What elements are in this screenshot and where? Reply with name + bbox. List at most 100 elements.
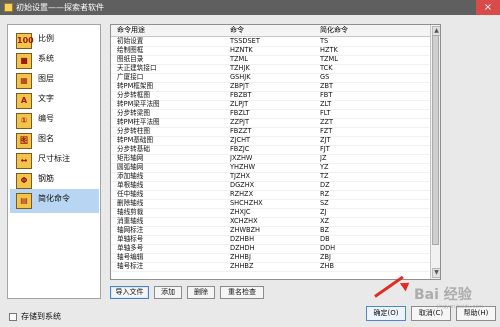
cell-command: DZHDH xyxy=(230,244,255,252)
cell-short-command: HZTK xyxy=(320,46,338,54)
cell-purpose: 轴号编辑 xyxy=(117,253,144,261)
cell-purpose: 分步转柱图 xyxy=(117,127,150,135)
cell-purpose: 轴网标注 xyxy=(117,226,144,234)
duplicate-check-button[interactable]: 重名检查 xyxy=(220,286,264,299)
cell-command: TZML xyxy=(230,55,248,63)
vertical-scrollbar[interactable]: ▲ ▼ xyxy=(430,25,440,279)
cell-purpose: 轴号标注 xyxy=(117,262,144,270)
cell-command: JXZHW xyxy=(230,154,253,162)
cell-command: FBZBT xyxy=(230,91,252,99)
cell-purpose: 分步转框图 xyxy=(117,91,150,99)
table-header: 命令用途 命令 简化命令 xyxy=(111,25,440,37)
settings-sidebar: 100 比例 ■ 系统 ▦ 图层 A 文字 ① 编号 图 图名 ↔ 尺寸标注 Φ xyxy=(7,24,101,299)
cell-short-command: DZ xyxy=(320,181,330,189)
header-command: 命令 xyxy=(230,26,244,34)
window-title: 初始设置——探索者软件 xyxy=(16,3,104,12)
cell-short-command: FLT xyxy=(320,109,331,117)
cell-short-command: TZ xyxy=(320,172,329,180)
initial-settings-window: 初始设置——探索者软件 × 100 比例 ■ 系统 ▦ 图层 A 文字 ① 编号… xyxy=(0,0,500,327)
cell-short-command: ZJT xyxy=(320,136,331,144)
baidu-watermark-url: jingyan.baidu.com xyxy=(437,304,484,310)
scroll-down-icon[interactable]: ▼ xyxy=(432,268,440,278)
cell-short-command: ZZT xyxy=(320,118,334,126)
sidebar-label-system: 系统 xyxy=(38,54,54,63)
cell-purpose: 删除轴线 xyxy=(117,199,144,207)
cell-purpose: 添加轴线 xyxy=(117,172,144,180)
cell-purpose: 图纸目录 xyxy=(117,55,144,63)
cell-short-command: ZJ xyxy=(320,208,327,216)
cell-purpose: 广厦接口 xyxy=(117,73,144,81)
save-system-label: 存储到系统 xyxy=(21,312,61,321)
dimension-icon: ↔ xyxy=(16,153,32,169)
cell-short-command: YZ xyxy=(320,163,329,171)
cell-command: RZHZX xyxy=(230,190,254,198)
sidebar-label-drawing-name: 图名 xyxy=(38,134,54,143)
cell-purpose: 分步转基础 xyxy=(117,145,150,153)
scroll-thumb[interactable] xyxy=(432,35,439,245)
cell-command: ZHHBJ xyxy=(230,253,251,261)
cell-purpose: 天正建筑接口 xyxy=(117,64,157,72)
layer-icon: ▦ xyxy=(16,73,32,89)
cell-command: ZBPJT xyxy=(230,82,249,90)
cell-command: DGZHX xyxy=(230,181,255,189)
title-bar: 初始设置——探索者软件 × xyxy=(0,0,500,15)
cell-purpose: 绘制图框 xyxy=(117,46,144,54)
cell-command: FBZLT xyxy=(230,109,250,117)
drawing-name-icon: 图 xyxy=(16,133,32,149)
header-command-purpose: 命令用途 xyxy=(117,26,145,34)
close-button[interactable]: × xyxy=(476,0,500,15)
cell-command: GSHJK xyxy=(230,73,251,81)
cell-command: SHCHZHX xyxy=(230,199,263,207)
cell-short-command: GS xyxy=(320,73,330,81)
sidebar-label-rebar: 钢筋 xyxy=(38,174,54,183)
table-body: 初始设置 TSSDSET TS 绘制图框 HZNTK HZTK 图纸目录 TZML TZML… xyxy=(111,37,430,279)
cell-short-command: DDH xyxy=(320,244,336,252)
cell-command: TSSDSET xyxy=(230,37,260,45)
cell-short-command: JZ xyxy=(320,154,327,162)
cell-purpose: 转PM柱平法图 xyxy=(117,118,160,126)
cell-short-command: TZML xyxy=(320,55,338,63)
cell-short-command: FZT xyxy=(320,127,333,135)
cell-purpose: 任中轴线 xyxy=(117,190,144,198)
cell-purpose: 消重轴线 xyxy=(117,217,144,225)
cell-purpose: 初始设置 xyxy=(117,37,144,45)
cell-command: ZZPJT xyxy=(230,118,249,126)
cell-command: DZHBH xyxy=(230,235,255,243)
cell-command: ZHWBZH xyxy=(230,226,260,234)
cell-short-command: ZBT xyxy=(320,82,334,90)
cell-purpose: 矩形轴网 xyxy=(117,154,144,162)
cell-short-command: FJT xyxy=(320,145,330,153)
cell-short-command: TS xyxy=(320,37,329,45)
number-icon: ① xyxy=(16,113,32,129)
cell-purpose: 单轴多号 xyxy=(117,244,144,252)
ok-button[interactable]: 确定(O) xyxy=(366,306,406,321)
cell-short-command: DB xyxy=(320,235,330,243)
cell-short-command: ZLT xyxy=(320,100,332,108)
cell-short-command: SZ xyxy=(320,199,329,207)
cell-purpose: 单根轴线 xyxy=(117,181,144,189)
import-file-button[interactable]: 导入文件 xyxy=(110,286,149,299)
cell-purpose: 转PM框架图 xyxy=(117,82,154,90)
app-icon xyxy=(4,3,13,12)
sidebar-label-scale: 比例 xyxy=(38,34,54,43)
sidebar-item-simplified-commands[interactable]: ▤ 简化命令 xyxy=(10,189,99,213)
save-system-checkbox[interactable] xyxy=(9,313,17,321)
cell-command: ZJCHT xyxy=(230,136,251,144)
sidebar-label-number: 编号 xyxy=(38,114,54,123)
sidebar-label-text: 文字 xyxy=(38,94,54,103)
add-button[interactable]: 添加 xyxy=(154,286,182,299)
delete-button[interactable]: 删除 xyxy=(187,286,215,299)
cell-command: FBZJC xyxy=(230,145,250,153)
sidebar-label-layer: 图层 xyxy=(38,74,54,83)
cell-command: HZNTK xyxy=(230,46,253,54)
cell-command: ZHHBZ xyxy=(230,262,254,270)
table-row[interactable]: 轴号标注 ZHHBZ ZHB xyxy=(111,262,430,272)
cell-command: YHZHW xyxy=(230,163,255,171)
commands-table: 命令用途 命令 简化命令 初始设置 TSSDSET TS 绘制图框 HZNTK HZTK… xyxy=(110,24,441,280)
cell-short-command: TCK xyxy=(320,64,333,72)
cell-purpose: 圆弧轴网 xyxy=(117,163,144,171)
cell-short-command: FBT xyxy=(320,91,333,99)
cell-command: ZLPJT xyxy=(230,100,249,108)
cell-short-command: ZBJ xyxy=(320,253,331,261)
sidebar-label-simplified-commands: 简化命令 xyxy=(38,194,70,203)
